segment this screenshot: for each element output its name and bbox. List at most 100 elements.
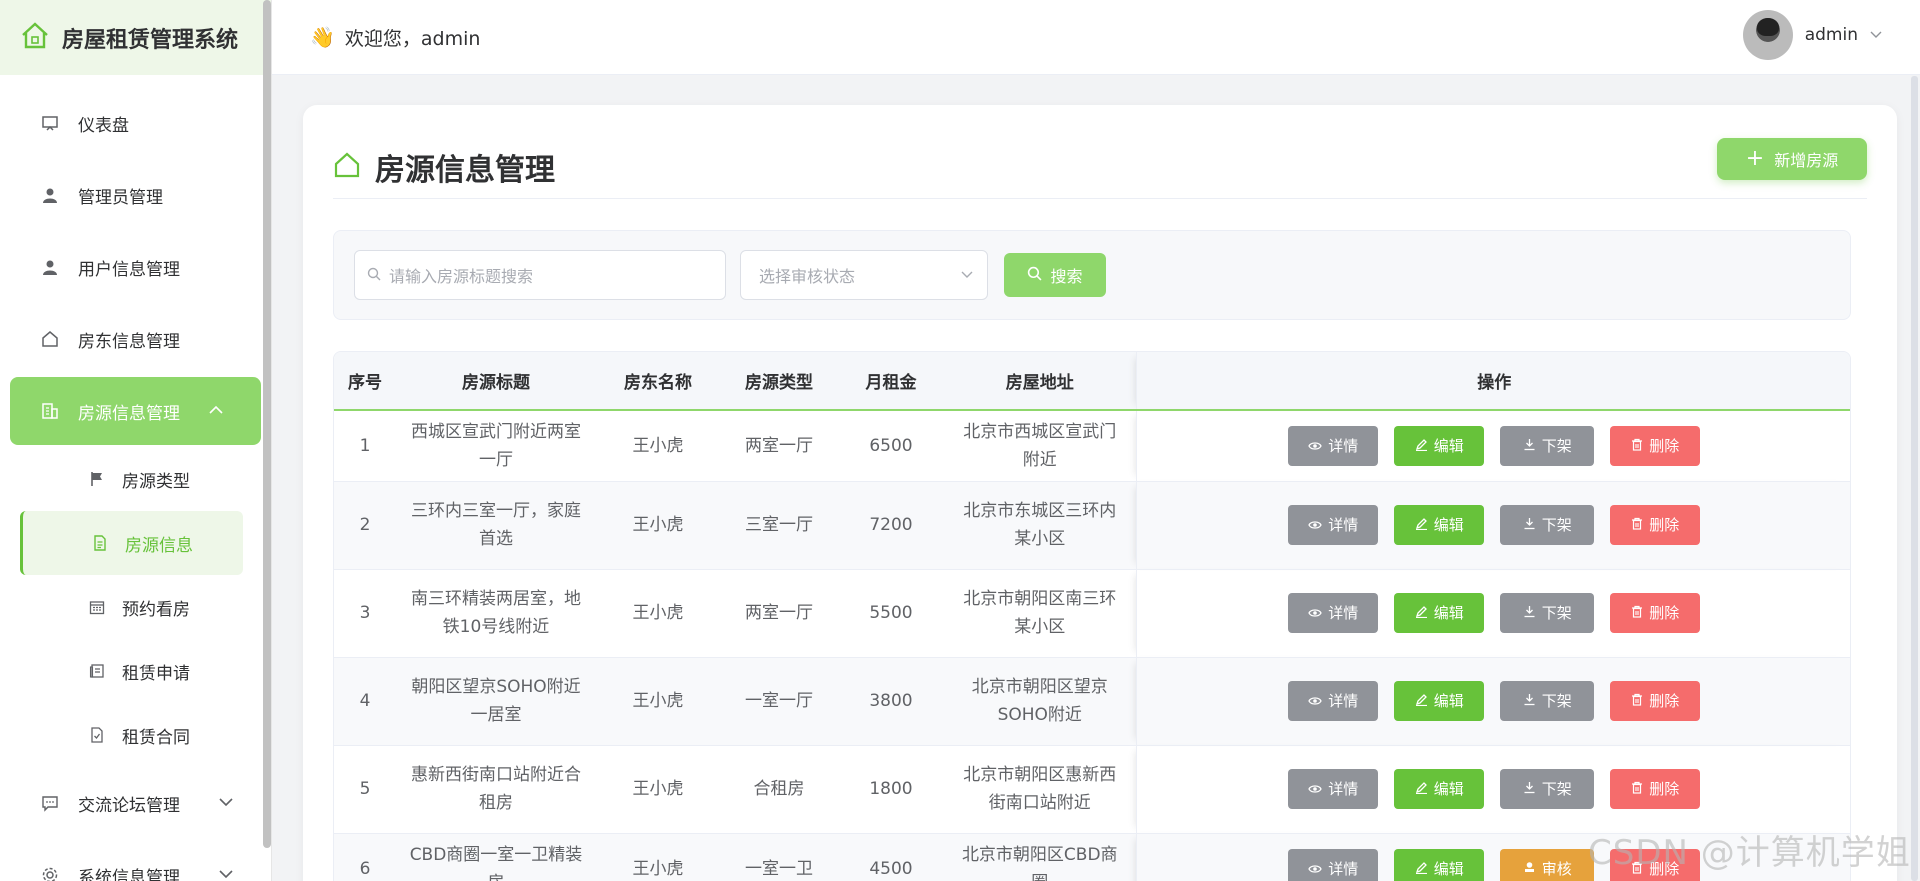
edit-button[interactable]: 编辑 — [1394, 769, 1485, 809]
table-row: 4 朝阳区望京SOHO附近一居室 王小虎 一室一厅 3800 北京市朝阳区望京SOHO附近… — [334, 657, 1850, 746]
column-header[interactable]: 房源类型 — [720, 352, 838, 411]
unlist-label: 下架 — [1541, 692, 1572, 710]
chevron-down-icon — [219, 867, 233, 881]
page-scrollbar[interactable] — [1911, 76, 1918, 881]
chevron-down-icon — [1870, 28, 1882, 42]
audit-button[interactable]: 审核 — [1500, 848, 1595, 881]
download-icon — [1523, 775, 1536, 803]
cell-actions: 详情 编辑 下架 删除 — [1135, 569, 1850, 658]
chevron-down-icon — [961, 268, 973, 282]
search-panel: 请输入房源标题搜索 选择审核状态 搜索 — [333, 230, 1851, 320]
dashboard-icon — [40, 113, 60, 133]
trash-icon — [1631, 432, 1643, 460]
cell-address: 北京市朝阳区惠新西街南口站附近 — [944, 745, 1136, 834]
sidebar-item-landlords[interactable]: 房东信息管理 — [0, 303, 271, 375]
sidebar-subitem-house-types[interactable]: 房源类型 — [0, 447, 271, 511]
table-row: 1 西城区宣武门附近两室一厅 王小虎 两室一厅 6500 北京市西城区宣武门附近 详情 编辑 下… — [334, 410, 1850, 482]
sidebar-subitem-label: 租赁合同 — [122, 727, 190, 748]
detail-button[interactable]: 详情 — [1288, 848, 1379, 881]
sidebar-subitem-viewings[interactable]: 预约看房 — [0, 575, 271, 639]
column-header[interactable]: 房源标题 — [396, 352, 596, 411]
detail-button[interactable]: 详情 — [1288, 769, 1379, 809]
cell-rent: 4500 — [838, 833, 944, 881]
chat-icon — [40, 793, 60, 813]
delete-button[interactable]: 删除 — [1610, 425, 1701, 466]
edit-label: 编辑 — [1433, 859, 1464, 878]
cell-address: 北京市朝阳区南三环某小区 — [944, 569, 1136, 658]
detail-button[interactable]: 详情 — [1288, 681, 1379, 721]
cell-no: 5 — [334, 745, 396, 834]
delete-button[interactable]: 删除 — [1610, 593, 1701, 633]
search-button-label: 搜索 — [1050, 267, 1083, 286]
sidebar-item-dashboard[interactable]: 仪表盘 — [0, 87, 271, 159]
detail-label: 详情 — [1328, 436, 1359, 455]
delete-button[interactable]: 删除 — [1610, 769, 1701, 809]
edit-button[interactable]: 编辑 — [1394, 505, 1485, 545]
cell-landlord: 王小虎 — [596, 833, 720, 881]
edit-button[interactable]: 编辑 — [1394, 425, 1485, 466]
column-header[interactable]: 序号 — [334, 352, 396, 411]
brand[interactable]: 房屋租赁管理系统 — [0, 0, 271, 75]
sidebar-subitem-label: 房源类型 — [122, 471, 190, 492]
calendar-icon — [88, 598, 106, 616]
trash-icon — [1631, 599, 1643, 627]
column-header[interactable]: 月租金 — [838, 352, 944, 411]
edit-icon — [1415, 855, 1428, 881]
edit-button[interactable]: 编辑 — [1394, 681, 1485, 721]
detail-button[interactable]: 详情 — [1288, 425, 1379, 466]
unlist-button[interactable]: 下架 — [1500, 425, 1595, 466]
cell-no: 2 — [334, 481, 396, 570]
sidebar-item-label: 管理员管理 — [78, 187, 163, 208]
house-icon — [40, 329, 60, 349]
download-icon — [1523, 687, 1536, 715]
cell-type: 三室一厅 — [720, 481, 838, 570]
edit-icon — [1415, 775, 1428, 803]
add-listing-button[interactable]: + 新增房源 — [1717, 138, 1867, 180]
detail-button[interactable]: 详情 — [1288, 593, 1379, 633]
cell-title: 西城区宣武门附近两室一厅 — [396, 410, 596, 482]
sidebar-item-system[interactable]: 系统信息管理 — [0, 839, 271, 881]
document-checked-icon — [88, 726, 106, 744]
search-input[interactable]: 请输入房源标题搜索 — [354, 250, 726, 300]
sidebar-subitem-label: 租赁申请 — [122, 663, 190, 684]
sidebar-subitem-label: 房源信息 — [125, 535, 193, 556]
sidebar-subitem-applications[interactable]: 租赁申请 — [0, 639, 271, 703]
cell-rent: 6500 — [838, 410, 944, 482]
delete-button[interactable]: 删除 — [1610, 681, 1701, 721]
table-header-row: 序号 房源标题 房东名称 房源类型 月租金 房屋地址 操作 — [334, 352, 1850, 411]
gear-icon — [40, 865, 60, 881]
edit-button[interactable]: 编辑 — [1394, 848, 1485, 881]
unlist-button[interactable]: 下架 — [1500, 505, 1595, 545]
sidebar-scrollbar[interactable] — [263, 0, 271, 848]
cell-actions: 详情 编辑 下架 删除 — [1135, 745, 1850, 834]
edit-label: 编辑 — [1433, 516, 1464, 534]
status-select[interactable]: 选择审核状态 — [740, 250, 988, 300]
sidebar-item-forum[interactable]: 交流论坛管理 — [0, 767, 271, 839]
sidebar-item-admins[interactable]: 管理员管理 — [0, 159, 271, 231]
edit-icon — [1415, 511, 1428, 539]
sidebar-subitem-house-info[interactable]: 房源信息 — [20, 511, 243, 575]
cell-landlord: 王小虎 — [596, 481, 720, 570]
cell-no: 4 — [334, 657, 396, 746]
sidebar-subitem-contracts[interactable]: 租赁合同 — [0, 703, 271, 767]
eye-icon — [1308, 687, 1322, 715]
unlist-button[interactable]: 下架 — [1500, 681, 1595, 721]
detail-button[interactable]: 详情 — [1288, 505, 1379, 545]
avatar[interactable] — [1742, 10, 1793, 60]
search-button[interactable]: 搜索 — [1004, 253, 1106, 297]
edit-button[interactable]: 编辑 — [1394, 593, 1485, 633]
unlist-button[interactable]: 下架 — [1500, 769, 1595, 809]
delete-button[interactable]: 删除 — [1610, 505, 1701, 545]
edit-icon — [1415, 687, 1428, 715]
user-menu[interactable]: admin — [1742, 10, 1882, 60]
unlist-button[interactable]: 下架 — [1500, 593, 1595, 633]
eye-icon — [1308, 511, 1322, 539]
user-icon — [40, 185, 60, 205]
sidebar-item-listings[interactable]: 房源信息管理 — [10, 377, 261, 445]
content-card: 房源信息管理 + 新增房源 请输入房源标题搜索 选择审核状态 搜索 序号 房源标… — [303, 105, 1897, 881]
sidebar-item-label: 用户信息管理 — [78, 259, 180, 280]
column-header[interactable]: 房东名称 — [596, 352, 720, 411]
column-header[interactable]: 房屋地址 — [944, 352, 1136, 411]
sidebar-item-users[interactable]: 用户信息管理 — [0, 231, 271, 303]
cell-actions: 详情 编辑 下架 删除 — [1135, 481, 1850, 570]
